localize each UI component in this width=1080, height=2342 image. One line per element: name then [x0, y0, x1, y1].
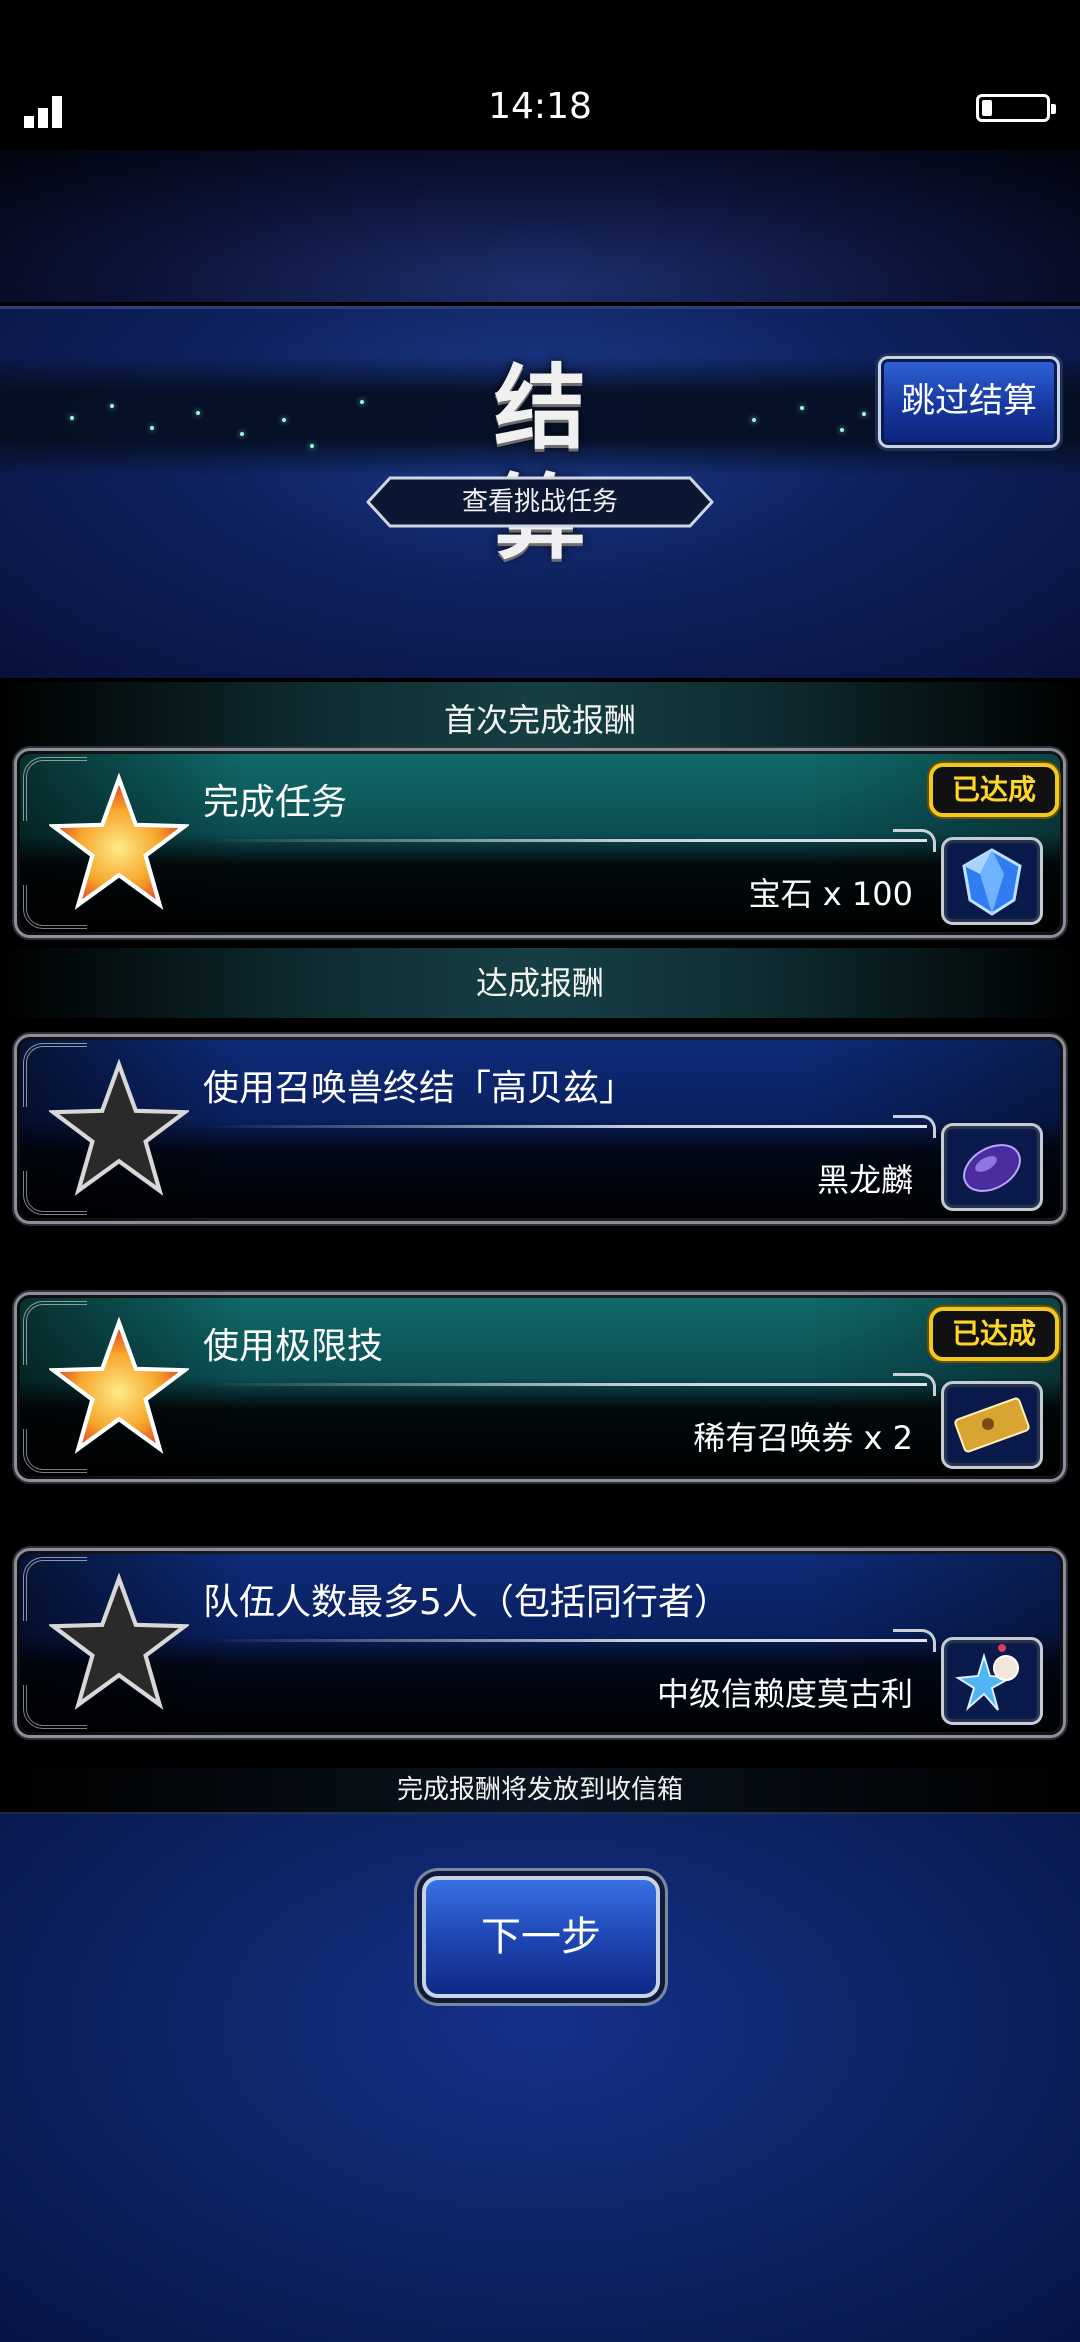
status-time: 14:18	[488, 86, 592, 127]
gem-icon	[941, 837, 1043, 925]
view-missions-button[interactable]: 查看挑战任务	[366, 476, 714, 528]
status-bar	[0, 0, 1080, 150]
mission-reward: 中级信赖度莫古利	[656, 1675, 913, 1713]
top-background	[0, 150, 1080, 302]
rewards-panel: 首次完成报酬 完成任务 宝石 x 100 已达成 达成报酬 使用召唤兽终结「高贝…	[0, 678, 1080, 1812]
mission-title: 完成任务	[203, 782, 348, 823]
skip-settlement-button[interactable]: 跳过结算	[878, 356, 1060, 448]
star-gold-icon	[49, 1317, 189, 1454]
mission-row: 使用召唤兽终结「高贝兹」 黑龙麟	[14, 1034, 1066, 1224]
mission-title: 队伍人数最多5人（包括同行者）	[203, 1582, 730, 1623]
next-button[interactable]: 下一步	[422, 1876, 660, 1998]
mission-title: 使用召唤兽终结「高贝兹」	[203, 1068, 636, 1109]
footer-note: 完成报酬将发放到收信箱	[0, 1768, 1080, 1812]
star-empty-icon	[49, 1573, 189, 1710]
mission-reward: 黑龙麟	[816, 1161, 913, 1199]
ticket-icon	[941, 1381, 1043, 1469]
achieved-badge: 已达成	[929, 1307, 1059, 1361]
mission-row: 完成任务 宝石 x 100 已达成	[14, 748, 1066, 938]
mission-reward: 稀有召唤券 x 2	[693, 1419, 913, 1457]
view-missions-label: 查看挑战任务	[461, 487, 618, 517]
section-achievement: 达成报酬	[0, 948, 1080, 1018]
mission-title: 使用极限技	[203, 1326, 384, 1367]
achieved-badge: 已达成	[929, 763, 1059, 817]
mission-reward: 宝石 x 100	[748, 875, 913, 913]
page-title: 结 算	[493, 355, 646, 572]
mission-row: 队伍人数最多5人（包括同行者） 中级信赖度莫古利	[14, 1548, 1066, 1738]
battery-icon	[976, 94, 1056, 122]
mission-row: 使用极限技 稀有召唤券 x 2 已达成	[14, 1292, 1066, 1482]
star-empty-icon	[49, 1059, 189, 1196]
dark-scale-icon	[941, 1123, 1043, 1211]
star-gold-icon	[49, 773, 189, 910]
moogle-icon	[941, 1637, 1043, 1725]
section-first-clear: 首次完成报酬	[0, 682, 1080, 758]
